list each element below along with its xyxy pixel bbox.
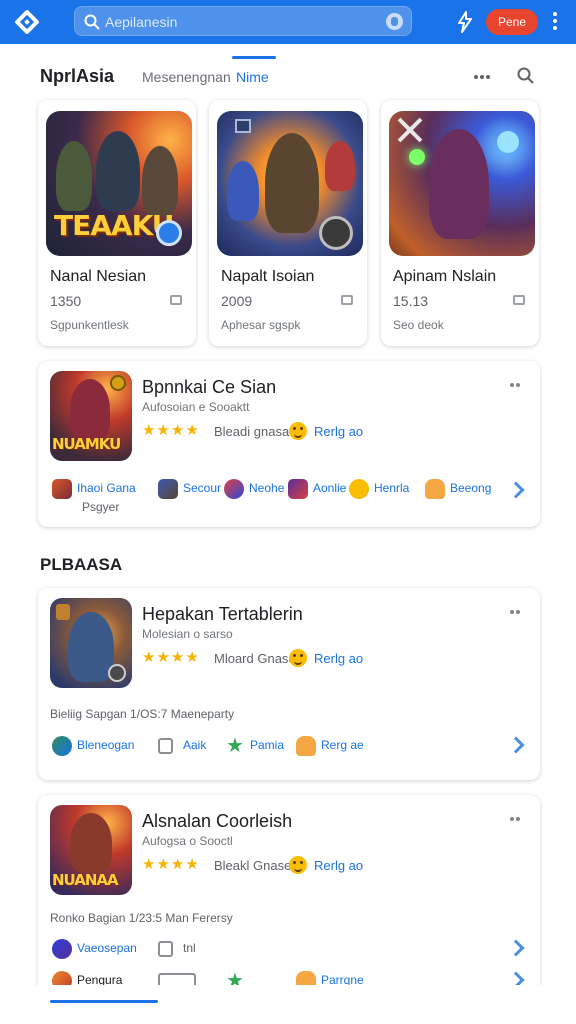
chip-item[interactable]: Rerg ae [296,735,366,756]
tab-active[interactable]: Nime [236,69,269,85]
bottom-nav [0,985,576,1024]
game-title: Alsnalan Coorleish [142,811,293,831]
app-logo-icon[interactable] [14,9,40,35]
chip-item[interactable]: Henrla [349,478,419,499]
game-subtitle: Sgpunkentlesk [50,318,129,332]
game-count: 1350 [50,293,82,309]
overflow-icon[interactable] [474,75,492,79]
chip-item[interactable]: Neohe [224,478,294,499]
cover-art-text: NUAMKU [52,435,121,453]
game-subtitle: Aufosoian e Sooaktt [142,400,250,414]
app-icon [158,479,178,499]
game-subtitle: Aufogsa o Sooctl [142,834,233,848]
reply-link[interactable]: Rerlg ao [314,424,363,439]
game-title: Hepakan Tertablerin [142,604,303,624]
chip-item[interactable]: Vaeosepan [52,938,152,959]
card-menu-icon[interactable] [510,610,524,614]
game-thumbnail [50,598,132,688]
section-title: PLBAASA [40,555,123,574]
app-icon [288,479,308,499]
app-icon [52,736,72,756]
app-icon [52,479,72,499]
search-icon[interactable] [516,66,536,86]
card-menu-icon[interactable] [510,817,524,821]
smiley-icon [289,422,307,440]
game-subtitle: Seo deok [393,318,444,332]
chevron-right-icon[interactable] [507,481,525,499]
rating-label: Bleadi gnasa [214,424,290,439]
game-title: Bpnnkai Ce Sian [142,377,277,397]
profile-button[interactable]: Pene [486,9,538,35]
chip-item[interactable]: Ihaoi Gana [52,478,152,499]
chip-item[interactable]: Aaik [158,735,228,755]
reply-link[interactable]: Rerlg ao [314,858,363,873]
star-rating: ★★★★ [142,649,200,666]
reply-link[interactable]: Rerlg ao [314,651,363,666]
tab-indicator [232,56,276,59]
cover-art-text: TEAAKU [54,209,175,242]
gallery-icon[interactable] [170,295,182,305]
game-meta: Ronko Bagian 1/23:5 Man Ferersy [50,911,233,925]
game-subtitle: Aphesar sgspk [221,318,301,332]
game-title: Nanal Nesian [50,268,147,285]
chip-item[interactable]: Beeong [425,478,495,499]
game-meta: Bieliig Sapgan 1/OS:7 Maeneparty [50,707,235,721]
game-title: Apinam Nslain [393,268,497,285]
game-title: Napalt Isoian [221,268,315,285]
tab-secondary[interactable]: Mesenengnan [142,69,231,85]
search-icon [84,14,100,30]
smiley-icon [289,649,307,667]
gallery-icon[interactable] [513,295,525,305]
app-icon [52,939,72,959]
voice-search-icon[interactable] [386,13,403,30]
search-input[interactable]: Aepilanesin [105,14,177,30]
chip-item[interactable]: ★ Pamia [225,735,295,757]
star-rating: ★★★★ [142,422,200,439]
checkbox-icon[interactable] [158,941,173,957]
chip-caption: Psgyer [82,500,120,514]
game-cover-image: TEAAKU [46,111,192,256]
hand-icon [425,479,445,499]
game-count: 2009 [221,293,253,309]
bottom-nav-indicator [50,1000,158,1003]
star-icon: ★ [226,735,244,757]
featured-game-card[interactable]: TEAAKU Nanal Nesian 1350 Sgpunkentlesk [38,100,196,346]
game-list-card[interactable]: NUANAA Alsnalan Coorleish Aufogsa o Sooc… [38,795,540,1005]
checkbox-icon[interactable] [158,738,173,754]
game-thumbnail: NUAMKU [50,371,132,461]
app-icon [224,479,244,499]
chip-item[interactable]: tnl [158,938,218,958]
game-count: 15.13 [393,293,429,309]
game-list-card[interactable]: Hepakan Tertablerin Molesian o sarso ★★★… [38,588,540,780]
hand-icon [296,736,316,756]
page-title: NprlAsia [40,66,115,86]
app-bar: Aepilanesin Pene [0,0,576,44]
chip-item[interactable]: Secour [158,478,228,499]
featured-game-card[interactable]: Napalt Isoian 2009 Aphesar sgspk [209,100,367,346]
chip-item[interactable]: Bleneogan [52,735,152,756]
game-subtitle: Molesian o sarso [142,627,233,641]
featured-game-card[interactable]: Apinam Nslain 15.13 Seo deok [381,100,539,346]
rating-label: Bleakl Gnase [214,858,292,873]
chevron-right-icon[interactable] [507,939,525,957]
game-cover-image [389,111,535,256]
star-rating: ★★★★ [142,856,200,873]
smiley-icon [289,856,307,874]
notification-icon[interactable] [455,10,475,34]
rating-label: Mloard Gnaso [214,651,296,666]
more-options-icon[interactable] [552,12,558,32]
chevron-right-icon[interactable] [507,736,525,754]
cover-art-text: NUANAA [52,871,119,889]
chip-item[interactable]: Aonlie [288,478,358,499]
smiley-icon [349,479,369,499]
game-cover-image [217,111,363,256]
card-menu-icon[interactable] [510,383,524,387]
game-thumbnail: NUANAA [50,805,132,895]
game-list-card[interactable]: NUAMKU Bpnnkai Ce Sian Aufosoian e Sooak… [38,361,540,527]
search-bar[interactable]: Aepilanesin [74,6,412,36]
gallery-icon[interactable] [341,295,353,305]
